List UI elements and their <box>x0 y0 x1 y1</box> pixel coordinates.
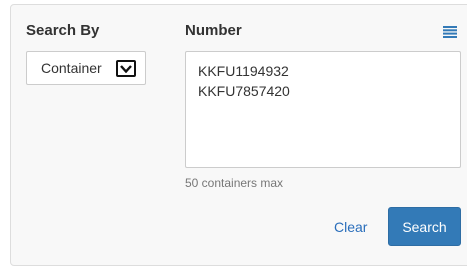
clear-button[interactable]: Clear <box>334 219 367 235</box>
search-by-selected-value: Container <box>41 60 102 76</box>
container-number-entry: KKFU7857420 <box>198 83 290 99</box>
chevron-down-icon[interactable] <box>116 60 136 77</box>
search-button[interactable]: Search <box>388 207 461 246</box>
search-by-select[interactable]: Container <box>26 51 146 85</box>
container-number-entry: KKFU1194932 <box>198 63 289 79</box>
max-containers-hint: 50 containers max <box>185 176 284 190</box>
number-label: Number <box>185 22 242 39</box>
container-numbers-textarea[interactable]: KKFU1194932 KKFU7857420 <box>185 51 461 168</box>
search-by-label: Search By <box>26 22 100 39</box>
list-icon[interactable] <box>443 25 457 38</box>
